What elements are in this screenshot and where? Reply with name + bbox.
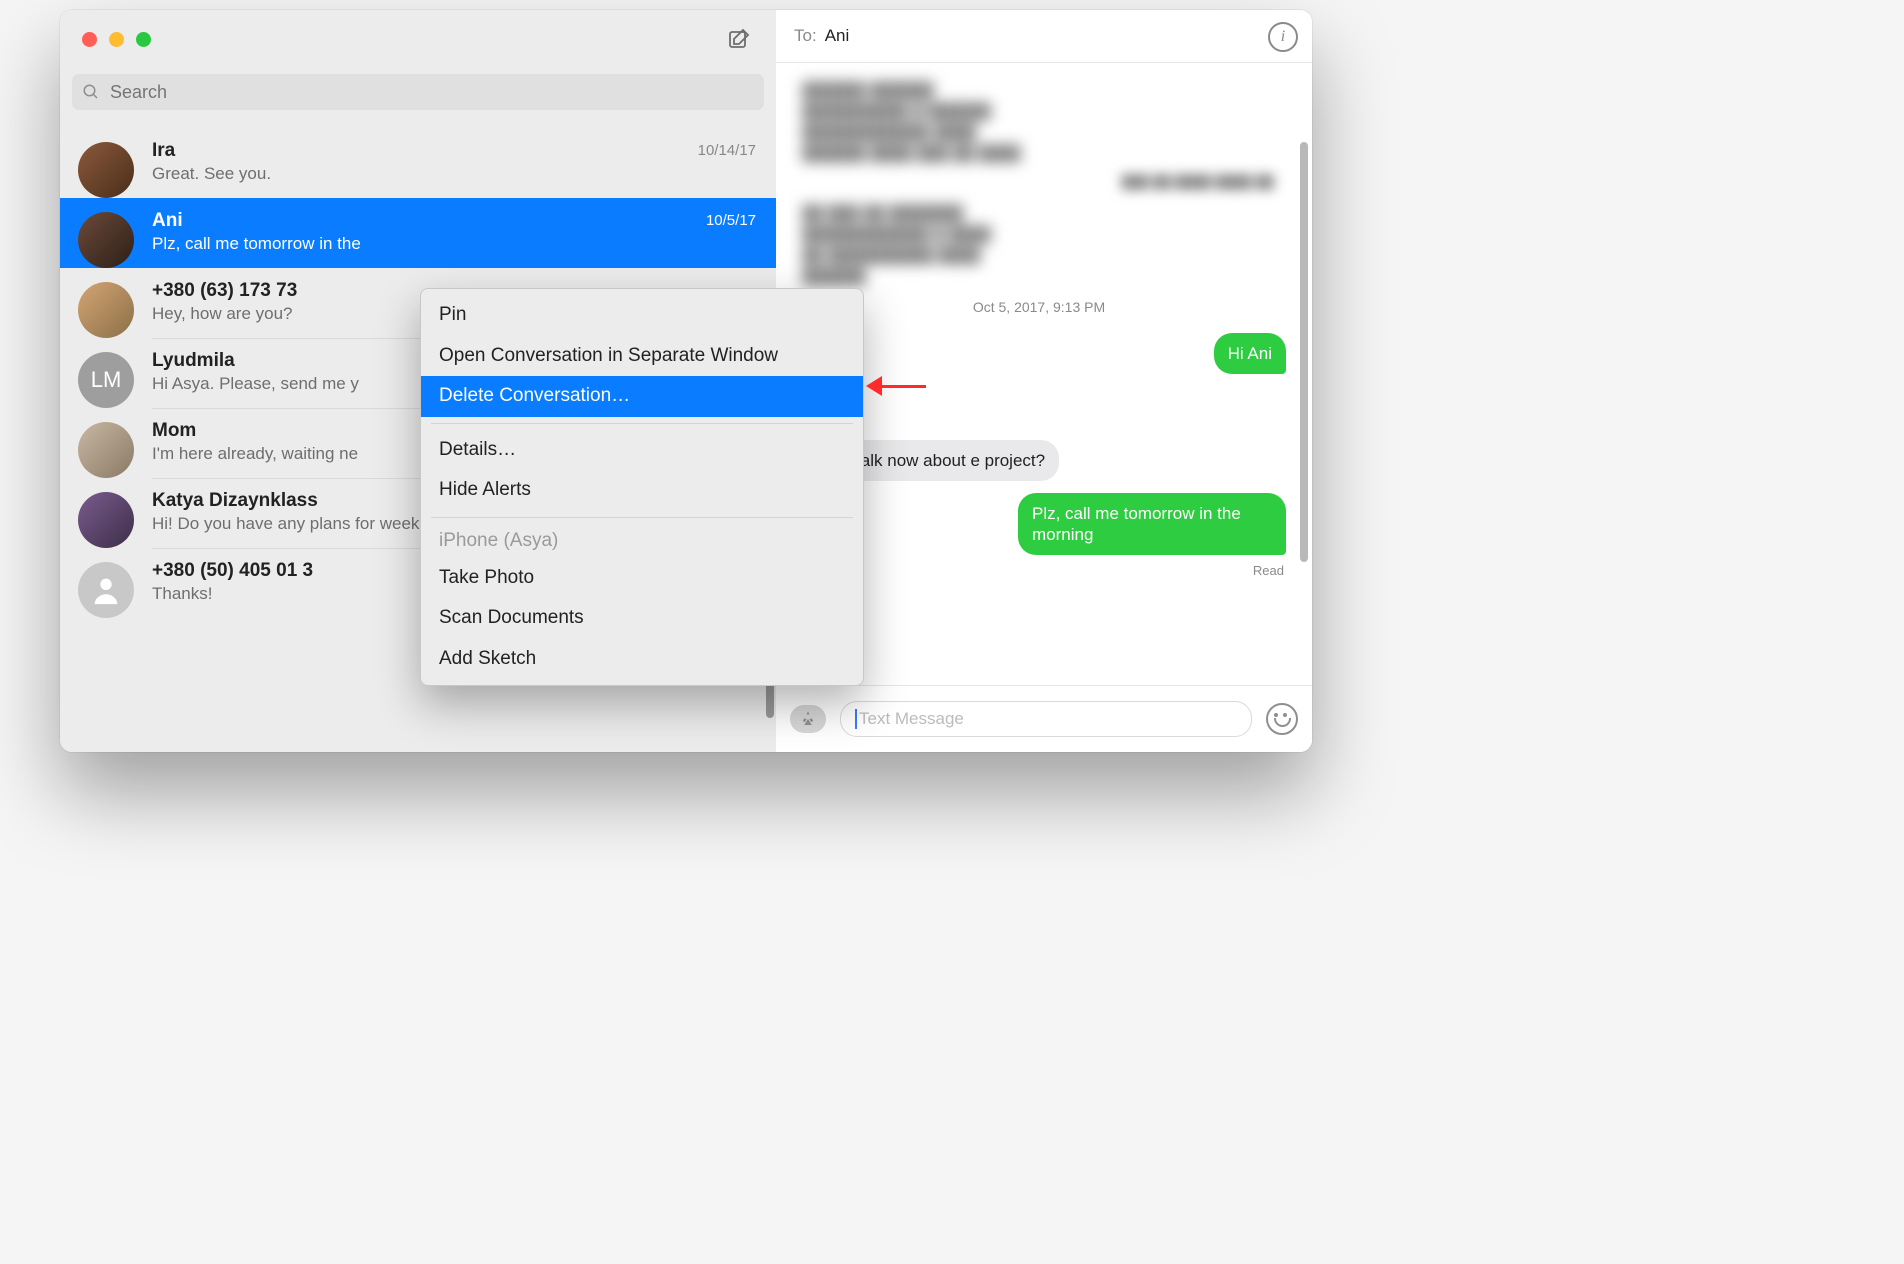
thread-header: To: Ani i bbox=[776, 10, 1312, 63]
menu-pin[interactable]: Pin bbox=[421, 295, 863, 336]
info-icon: i bbox=[1281, 28, 1285, 46]
to-name: Ani bbox=[825, 26, 850, 46]
menu-details[interactable]: Details… bbox=[421, 430, 863, 471]
search-field[interactable] bbox=[72, 74, 764, 110]
menu-hide-alerts[interactable]: Hide Alerts bbox=[421, 470, 863, 511]
message-input[interactable]: Text Message bbox=[840, 701, 1252, 737]
conversation-name: Ira bbox=[152, 140, 758, 162]
menu-separator bbox=[431, 517, 853, 518]
conversation-preview: Plz, call me tomorrow in the bbox=[152, 234, 758, 254]
avatar bbox=[78, 422, 134, 478]
avatar bbox=[78, 492, 134, 548]
menu-delete-conversation[interactable]: Delete Conversation… bbox=[421, 376, 863, 417]
appstore-icon bbox=[799, 710, 817, 728]
text-caret bbox=[855, 709, 857, 729]
zoom-window-button[interactable] bbox=[136, 32, 151, 47]
avatar bbox=[78, 282, 134, 338]
search-icon bbox=[82, 83, 100, 101]
menu-separator bbox=[431, 423, 853, 424]
menu-take-photo[interactable]: Take Photo bbox=[421, 558, 863, 599]
apps-button[interactable] bbox=[790, 705, 826, 733]
menu-add-sketch[interactable]: Add Sketch bbox=[421, 639, 863, 680]
message-composer: Text Message bbox=[776, 685, 1312, 752]
thread-scrollbar[interactable] bbox=[1300, 142, 1308, 562]
to-label: To: bbox=[794, 26, 817, 46]
outgoing-message[interactable]: Hi Ani bbox=[1214, 333, 1286, 374]
search-input[interactable] bbox=[108, 81, 754, 104]
menu-device-header: iPhone (Asya) bbox=[421, 524, 863, 558]
minimize-window-button[interactable] bbox=[109, 32, 124, 47]
avatar: LM bbox=[78, 352, 134, 408]
person-icon bbox=[89, 573, 123, 607]
details-button[interactable]: i bbox=[1268, 22, 1298, 52]
annotation-arrow bbox=[866, 376, 926, 396]
thread-timestamp: Oct 5, 2017, 9:13 PM bbox=[792, 299, 1286, 315]
menu-open-separate[interactable]: Open Conversation in Separate Window bbox=[421, 336, 863, 377]
conversation-preview: Great. See you. bbox=[152, 164, 758, 184]
redacted-message: ██████ ████████████████ █ ██████████████… bbox=[802, 80, 1276, 164]
window-controls bbox=[82, 32, 151, 47]
close-window-button[interactable] bbox=[82, 32, 97, 47]
conversation-date: 10/14/17 bbox=[698, 142, 756, 159]
emoji-button[interactable] bbox=[1266, 703, 1298, 735]
message-placeholder: Text Message bbox=[859, 709, 964, 729]
avatar bbox=[78, 142, 134, 198]
compose-button[interactable] bbox=[720, 24, 758, 54]
conversation-date: 10/5/17 bbox=[706, 212, 756, 229]
compose-icon bbox=[727, 27, 751, 51]
avatar bbox=[78, 562, 134, 618]
context-menu: Pin Open Conversation in Separate Window… bbox=[420, 288, 864, 686]
read-receipt: Read bbox=[792, 563, 1284, 578]
conversation-name: Ani bbox=[152, 210, 758, 232]
avatar bbox=[78, 212, 134, 268]
conversation-item[interactable]: Ira Great. See you. 10/14/17 bbox=[60, 128, 776, 198]
redacted-message: ██ ███ ██ ███████████████████ █ ██████ █… bbox=[802, 203, 1276, 287]
outgoing-message[interactable]: Plz, call me tomorrow in the morning bbox=[1018, 493, 1286, 556]
menu-scan-documents[interactable]: Scan Documents bbox=[421, 598, 863, 639]
redacted-timestamp: ███ ██ ████ ████ ██ bbox=[792, 174, 1274, 189]
conversation-item-selected[interactable]: Ani Plz, call me tomorrow in the 10/5/17 bbox=[60, 198, 776, 268]
avatar-initials: LM bbox=[91, 367, 122, 393]
